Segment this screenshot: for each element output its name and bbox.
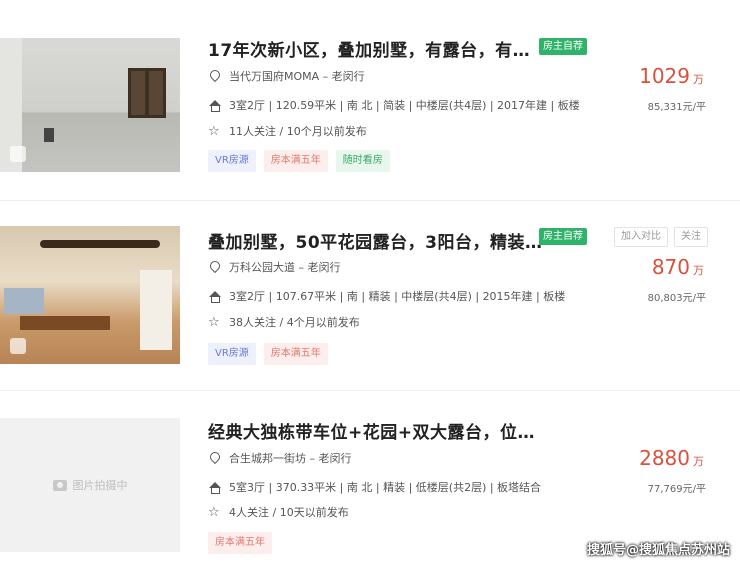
listing-title[interactable]: 经典大独栋带车位+花园+双大露台，位… — [208, 418, 535, 443]
tag-five-years: 房本满五年 — [208, 532, 272, 554]
listing-follow-info: ☆ 11人关注 / 10个月以前发布 — [208, 123, 367, 139]
listing-tags: 房本满五年 — [208, 532, 272, 554]
listing-follow-info: ☆ 4人关注 / 10天以前发布 — [208, 504, 349, 520]
add-compare-button[interactable]: 加入对比 — [614, 227, 668, 247]
location-pin-icon — [208, 261, 221, 274]
tag-anytime-viewing: 随时看房 — [335, 150, 390, 172]
listing-tags: VR房源 房本满五年 — [208, 343, 328, 365]
listing-photo[interactable] — [0, 226, 180, 364]
star-icon: ☆ — [208, 123, 220, 139]
location-pin-icon — [208, 70, 221, 83]
listing-follow-info: ☆ 38人关注 / 4个月以前发布 — [208, 314, 360, 330]
total-price: 870 万 — [651, 255, 704, 279]
house-icon — [208, 99, 221, 112]
unit-price: 80,803元/平 — [647, 293, 706, 304]
location-pin-icon — [208, 452, 221, 465]
listing-location[interactable]: 合生城邦一街坊 – 老闵行 — [208, 450, 352, 466]
tag-vr: VR房源 — [208, 150, 256, 172]
vr-icon — [10, 146, 26, 162]
listing-card[interactable]: 17年次新小区，叠加别墅，有露台，有… 房主自荐 当代万国府MOMA – 老闵行… — [0, 0, 740, 200]
listing-location[interactable]: 当代万国府MOMA – 老闵行 — [208, 68, 365, 84]
tag-five-years: 房本满五年 — [263, 343, 328, 365]
listing-title[interactable]: 叠加别墅，50平花园露台，3阳台，精装… — [208, 228, 543, 253]
total-price: 1029 万 — [639, 64, 704, 88]
star-icon: ☆ — [208, 504, 220, 520]
unit-price: 77,769元/平 — [647, 484, 706, 495]
listing-info: 3室2厅 | 107.67平米 | 南 | 精装 | 中楼层(共4层) | 20… — [208, 288, 565, 304]
listing-photo[interactable] — [0, 38, 180, 172]
owner-recommend-badge: 房主自荐 — [539, 228, 587, 245]
watermark: 搜狐号@搜狐焦点苏州站 — [586, 543, 730, 558]
unit-price: 85,331元/平 — [647, 102, 706, 113]
house-icon — [208, 290, 221, 303]
tag-five-years: 房本满五年 — [263, 150, 328, 172]
vr-icon — [10, 338, 26, 354]
listing-tags: VR房源 房本满五年 随时看房 — [208, 150, 390, 172]
listing-title[interactable]: 17年次新小区，叠加别墅，有露台，有… — [208, 36, 530, 61]
photo-placeholder-text: 图片拍摄中 — [72, 479, 128, 492]
star-icon: ☆ — [208, 314, 220, 330]
listing-location[interactable]: 万科公园大道 – 老闵行 — [208, 259, 341, 275]
follow-button[interactable]: 关注 — [674, 227, 708, 247]
total-price: 2880 万 — [639, 446, 704, 470]
house-icon — [208, 481, 221, 494]
camera-icon — [52, 479, 67, 491]
listing-photo[interactable]: 图片拍摄中 — [0, 418, 180, 552]
listing-card[interactable]: 叠加别墅，50平花园露台，3阳台，精装… 房主自荐 加入对比 关注 万科公园大道… — [0, 200, 740, 390]
listing-info: 3室2厅 | 120.59平米 | 南 北 | 简装 | 中楼层(共4层) | … — [208, 97, 580, 113]
tag-vr: VR房源 — [208, 343, 256, 365]
listing-info: 5室3厅 | 370.33平米 | 南 北 | 精装 | 低楼层(共2层) | … — [208, 479, 541, 495]
owner-recommend-badge: 房主自荐 — [539, 38, 587, 55]
